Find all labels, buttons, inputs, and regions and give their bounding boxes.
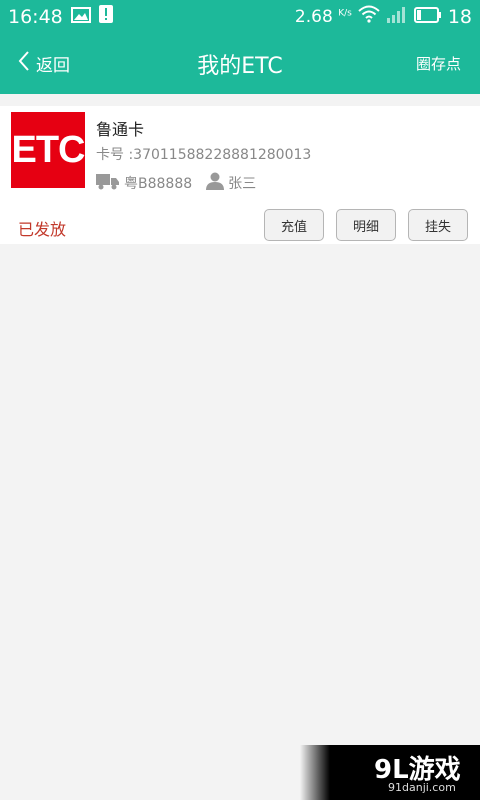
alert-icon: [98, 5, 113, 28]
status-time: 16:48: [8, 5, 63, 28]
watermark-url: 91danji.com: [388, 781, 456, 794]
owner-name: 张三: [228, 176, 257, 192]
card-meta: 粤B88888 张三: [96, 172, 270, 194]
card-actions: 充值 明细 挂失: [264, 209, 468, 241]
status-badge: 已发放: [18, 220, 67, 239]
back-label: 返回: [36, 56, 70, 76]
card-name: 鲁通卡: [96, 120, 145, 139]
person-icon: [206, 172, 225, 194]
signal-icon: [386, 5, 408, 28]
license-plate: 粤B88888: [124, 176, 193, 192]
battery-level: 18: [447, 5, 472, 28]
back-button[interactable]: 返回: [18, 33, 70, 94]
recharge-button[interactable]: 充值: [264, 209, 324, 241]
page-title: 我的ETC: [197, 53, 283, 79]
watermark: 9L游戏 91danji.com: [300, 745, 480, 800]
truck-icon: [96, 172, 120, 194]
chevron-left-icon: [18, 50, 30, 77]
network-speed: 2.68 K/s: [294, 6, 352, 27]
status-bar: 16:48 2.68 K/s 18: [0, 0, 480, 33]
app-bar: 返回 我的ETC 圈存点: [0, 33, 480, 94]
etc-logo: ETC: [11, 112, 86, 188]
etc-card[interactable]: ETC 鲁通卡 卡号 :37011588228881280013 粤B88888…: [0, 106, 480, 244]
transfer-point-button[interactable]: 圈存点: [416, 33, 461, 94]
report-loss-button[interactable]: 挂失: [408, 209, 468, 241]
wifi-icon: [358, 5, 380, 28]
image-icon: [70, 6, 91, 28]
details-button[interactable]: 明细: [336, 209, 396, 241]
battery-icon: [413, 6, 442, 28]
card-number: 卡号 :37011588228881280013: [96, 147, 312, 163]
